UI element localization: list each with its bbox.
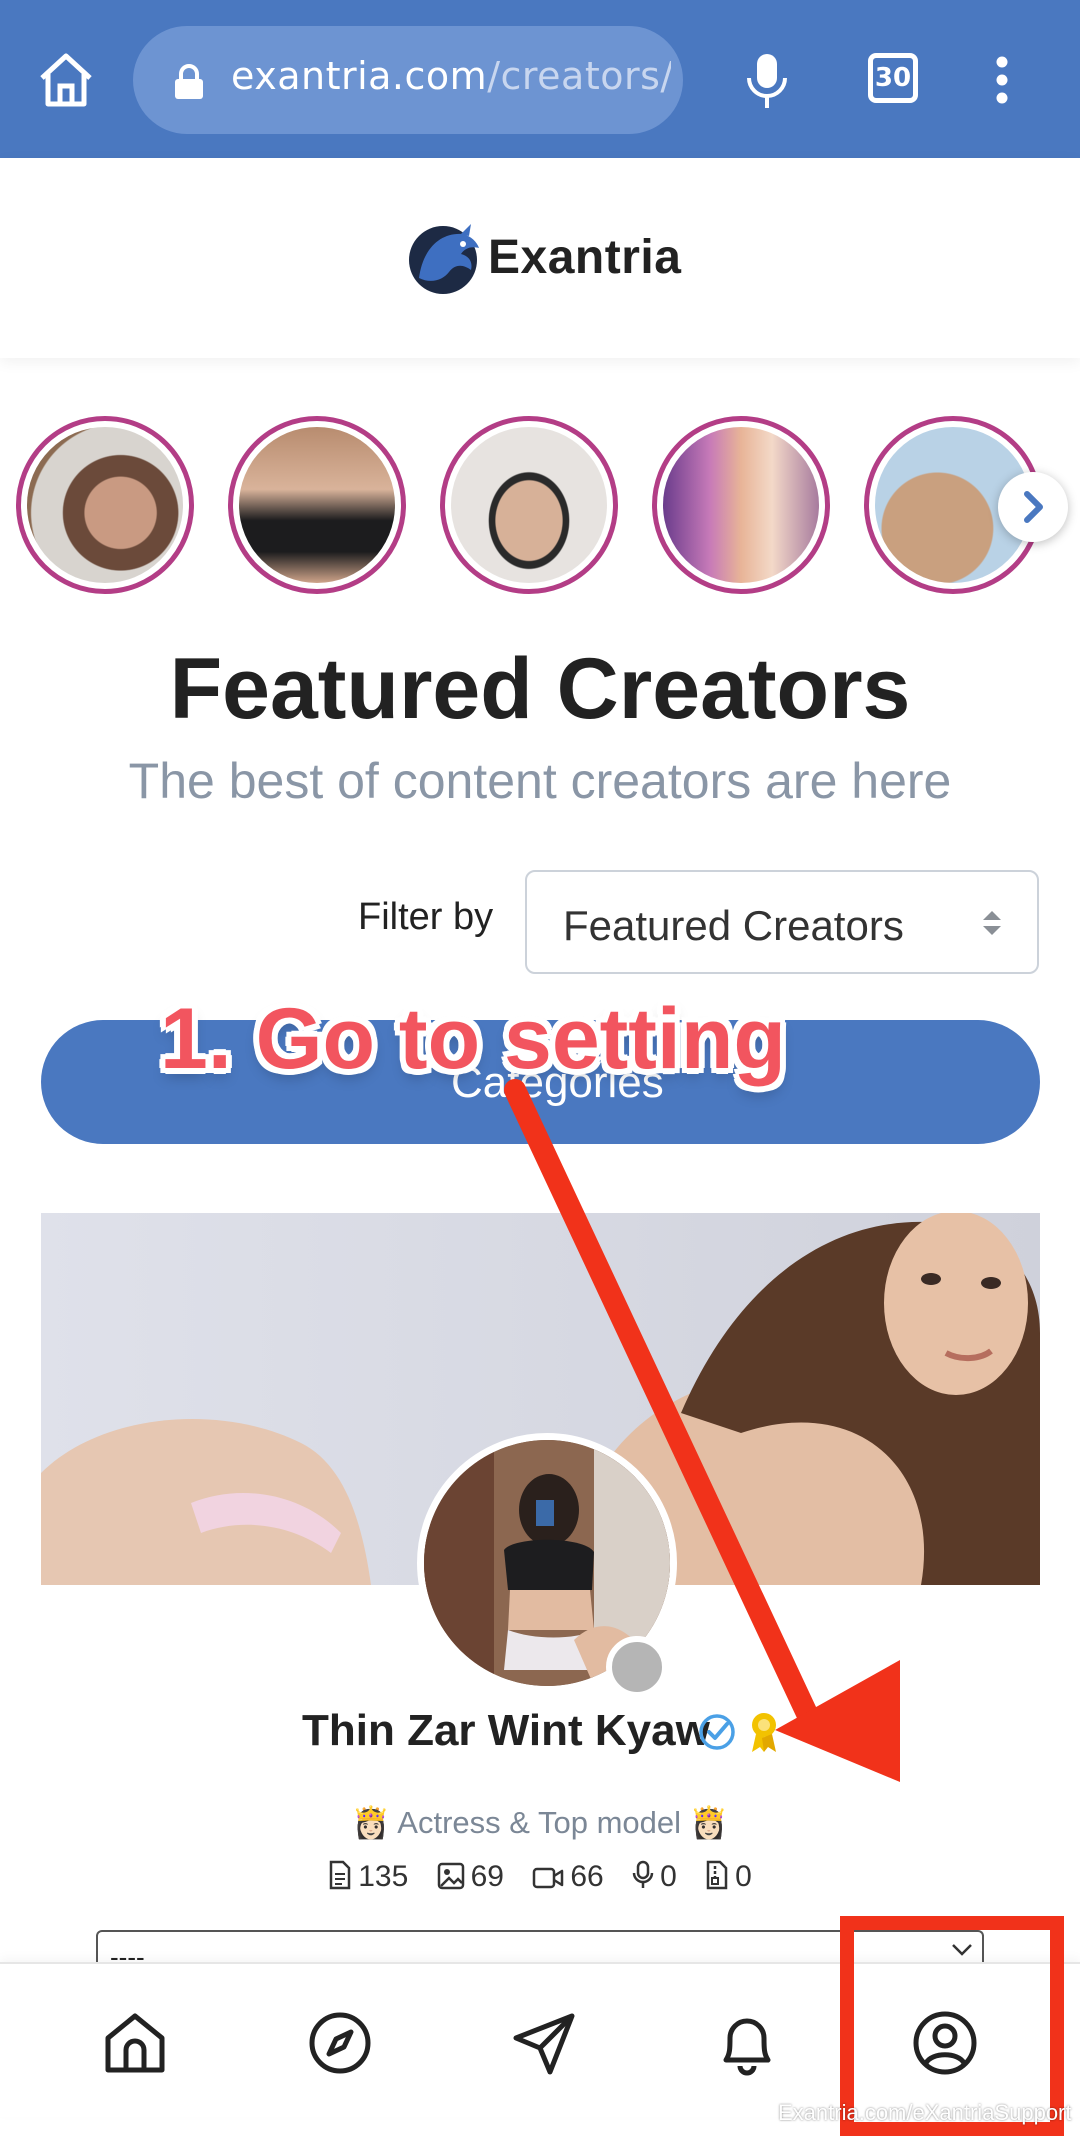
video-icon [533, 1867, 564, 1889]
lock-icon [175, 64, 203, 99]
home-icon[interactable] [100, 2008, 170, 2078]
story-item[interactable] [228, 416, 406, 594]
filter-select[interactable]: Featured Creators [525, 870, 1039, 974]
creator-bio: 👸🏻 Actress & Top model 👸🏻 [351, 1805, 729, 1840]
stories-carousel [0, 410, 1080, 600]
url-path: /creators/f [487, 54, 671, 98]
story-item[interactable] [652, 416, 830, 594]
microphone-icon[interactable] [745, 52, 789, 110]
watermark-text: Exantria.com/eXantriaSupport [778, 2100, 1072, 2125]
browser-home-icon[interactable] [36, 50, 96, 110]
page-subtitle: The best of content creators are here [128, 753, 952, 809]
online-status-indicator [606, 1636, 668, 1698]
stat-videos: 66 [532, 1860, 604, 1894]
creator-name[interactable]: Thin Zar Wint Kyaw [302, 1706, 710, 1756]
messages-send-icon[interactable] [510, 2008, 580, 2078]
microphone-icon [632, 1860, 654, 1888]
filter-label: Filter by [358, 896, 494, 938]
document-icon [329, 1860, 351, 1890]
annotation-text: 1. Go to setting [160, 991, 786, 1087]
filter-selected-value: Featured Creators [563, 902, 904, 949]
stat-photos: 69 [437, 1860, 504, 1894]
browser-toolbar: exantria.com/creators/f 30 [0, 0, 1080, 158]
stat-files: 0 [705, 1860, 752, 1894]
story-item[interactable] [440, 416, 618, 594]
url-host: exantria.com [231, 54, 488, 98]
award-icon [752, 1713, 776, 1752]
stat-posts: 135 [328, 1860, 408, 1894]
verified-badge-icon [699, 1714, 735, 1750]
site-logo-text[interactable]: Exantria [488, 230, 681, 285]
site-header: Exantria [0, 158, 1080, 358]
zip-file-icon [706, 1860, 728, 1890]
tab-count-button[interactable]: 30 [868, 53, 918, 103]
stories-next-button[interactable] [998, 472, 1068, 542]
more-menu-icon[interactable] [995, 55, 1009, 105]
story-item[interactable] [16, 416, 194, 594]
page-title: Featured Creators [169, 641, 911, 737]
explore-compass-icon[interactable] [305, 2008, 375, 2078]
image-icon [437, 1862, 464, 1890]
address-bar[interactable]: exantria.com/creators/f [133, 26, 683, 134]
chevron-right-icon [1024, 491, 1043, 523]
url-text[interactable]: exantria.com/creators/f [231, 54, 671, 98]
dragon-logo-icon[interactable] [405, 218, 485, 298]
sort-arrows-icon [983, 911, 1001, 935]
stat-audio: 0 [632, 1860, 677, 1894]
notifications-bell-icon[interactable] [712, 2008, 782, 2078]
creator-stats: 135 69 66 0 0 [0, 1860, 1080, 1894]
